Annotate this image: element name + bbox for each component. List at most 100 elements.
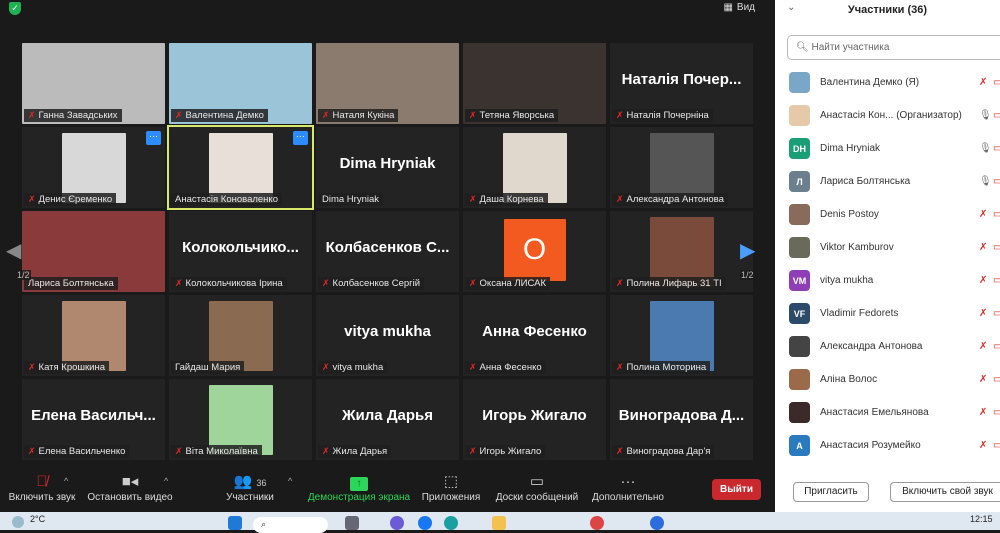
windows-start-icon[interactable] <box>228 516 242 530</box>
participant-row[interactable]: A Анастасия Розумейко ✗ ▭ <box>789 429 1000 462</box>
tile-name-label: ✗ Виноградова Дар'я <box>612 445 715 458</box>
video-tile[interactable]: Виноградова Д... ✗ Виноградова Дар'я <box>610 379 753 460</box>
next-page-arrow[interactable]: ▶ <box>740 238 755 263</box>
video-off-icon: ▭ <box>993 176 1000 187</box>
video-tile[interactable]: ··· Анастасія Коноваленко <box>167 125 314 210</box>
video-tile[interactable]: ✗ Даша Корнева <box>463 127 606 208</box>
video-tile[interactable]: ✗ Валентина Демко <box>169 43 312 124</box>
whiteboards-button[interactable]: ▭ Доски сообщений <box>492 472 582 503</box>
audio-options-caret[interactable]: ^ <box>64 476 68 486</box>
participant-row[interactable]: Анастасія Кон... (Организатор) 🎙︎ ▭ <box>789 99 1000 132</box>
mic-muted-icon: ✗ <box>979 209 988 220</box>
video-options-caret[interactable]: ^ <box>164 476 168 486</box>
video-tile[interactable]: ✗ Александра Антонова <box>610 127 753 208</box>
view-button[interactable]: ▦ Вид <box>723 2 759 13</box>
mic-muted-icon: ✗ <box>469 278 477 288</box>
video-tile[interactable]: ✗ Полина Моторина <box>610 295 753 376</box>
participants-icon-wrap: 👥 36 <box>222 472 278 492</box>
page-indicator-right: 1/2 <box>740 270 755 280</box>
video-off-icon: ▭ <box>993 374 1000 385</box>
share-screen-button[interactable]: ↑ Демонстрация экрана <box>306 472 412 503</box>
participant-name: Наталя Кукіна <box>332 110 395 121</box>
avatar <box>789 204 810 225</box>
tile-display-name: Игорь Жигало <box>482 407 587 424</box>
video-tile[interactable]: О ✗ Оксана ЛИСАК <box>463 211 606 292</box>
video-tile[interactable]: ··· ✗ Денис Єременко <box>22 127 165 208</box>
chrome-icon[interactable] <box>590 516 604 530</box>
participant-row[interactable]: Viktor Kamburov ✗ ▭ <box>789 231 1000 264</box>
video-tile[interactable]: vitya mukha ✗ vitya mukha <box>316 295 459 376</box>
video-tile[interactable]: Елена Васильч... ✗ Елена Васильченко <box>22 379 165 460</box>
participant-name: Елена Васильченко <box>38 446 126 457</box>
mic-muted-icon: ✗ <box>979 407 988 418</box>
security-shield-icon[interactable]: ✓ <box>9 2 21 15</box>
participants-options-caret[interactable]: ^ <box>288 476 292 486</box>
apps-button[interactable]: ⬚ Приложения <box>420 472 482 503</box>
teams-icon[interactable] <box>390 516 404 530</box>
video-tile[interactable]: Гайдаш Мария <box>169 295 312 376</box>
view-label: Вид <box>736 2 755 13</box>
more-button[interactable]: ··· Дополнительно <box>590 472 666 503</box>
video-tile[interactable]: ✗ Ганна Завадських <box>22 43 165 124</box>
participant-list: Валентина Демко (Я) ✗ ▭ Анастасія Кон... (О… <box>789 66 1000 462</box>
facebook-icon[interactable] <box>418 516 432 530</box>
participants-count: 36 <box>256 478 267 488</box>
mic-muted-icon: ✗ <box>979 374 988 385</box>
mic-muted-icon: ✗ <box>175 446 183 456</box>
video-tile[interactable]: Dima Hryniak Dima Hryniak <box>316 127 459 208</box>
mic-muted-icon: ✗ <box>979 275 988 286</box>
video-tile[interactable]: Колбасенков С... ✗ Колбасенков Сергій <box>316 211 459 292</box>
participant-row[interactable]: Александра Антонова ✗ ▭ <box>789 330 1000 363</box>
participant-search-input[interactable]: 🔍︎ Найти участника <box>787 35 1000 60</box>
explorer-icon[interactable] <box>492 516 506 530</box>
video-tile[interactable]: ✗ Віта Миколаївна <box>169 379 312 460</box>
participant-row[interactable]: Анастасия Емельянова ✗ ▭ <box>789 396 1000 429</box>
mic-muted-icon: ✗ <box>979 341 988 352</box>
participant-name: vitya mukha <box>820 275 874 286</box>
participant-row[interactable]: VF Vladimir Fedorets ✗ ▭ <box>789 297 1000 330</box>
invite-button[interactable]: Пригласить <box>793 482 869 502</box>
tile-display-name: Dima Hryniak <box>339 155 436 172</box>
participants-button[interactable]: 👥 36 Участники <box>222 472 278 503</box>
tile-name-label: ✗ Колокольчикова Ірина <box>171 277 287 290</box>
participant-name: Катя Крошкина <box>38 362 106 373</box>
video-tile[interactable]: ✗ Наталя Кукіна <box>316 43 459 124</box>
stop-video-button[interactable]: ■◂ Остановить видео <box>86 472 174 503</box>
video-tile[interactable]: ✗ Полина Лифарь 31 ТІ <box>610 211 753 292</box>
participant-name: Анна Фесенко <box>479 362 542 373</box>
participant-row[interactable]: Валентина Демко (Я) ✗ ▭ <box>789 66 1000 99</box>
participant-row[interactable]: Denis Postoy ✗ ▭ <box>789 198 1000 231</box>
video-tile[interactable]: Анна Фесенко ✗ Анна Фесенко <box>463 295 606 376</box>
unmute-me-button[interactable]: Включить свой звук <box>890 482 1000 502</box>
leave-button[interactable]: Выйти <box>712 479 761 500</box>
prev-page-arrow[interactable]: ◀ <box>6 238 21 263</box>
mic-muted-icon: ✗ <box>469 446 477 456</box>
participant-row[interactable]: Л Лариса Болтянська 🎙︎ ▭ <box>789 165 1000 198</box>
participant-row[interactable]: VM vitya mukha ✗ ▭ <box>789 264 1000 297</box>
mic-muted-icon: ✗ <box>469 194 477 204</box>
tile-name-label: ✗ Наталя Кукіна <box>318 109 399 122</box>
tile-display-name: Елена Васильч... <box>31 407 156 424</box>
video-tile[interactable]: Колокольчико... ✗ Колокольчикова Ірина <box>169 211 312 292</box>
tile-more-button[interactable]: ··· <box>146 131 161 145</box>
video-tile[interactable]: Игорь Жигало ✗ Игорь Жигало <box>463 379 606 460</box>
avatar: VF <box>789 303 810 324</box>
video-tile[interactable]: ✗ Катя Крошкина <box>22 295 165 376</box>
tile-more-button[interactable]: ··· <box>293 131 308 145</box>
tile-name-label: Гайдаш Мария <box>171 361 245 374</box>
participant-row[interactable]: Аліна Волос ✗ ▭ <box>789 363 1000 396</box>
avatar <box>789 369 810 390</box>
video-tile[interactable]: Лариса Болтянська <box>22 211 165 292</box>
video-tile[interactable]: ✗ Тетяна Яворська <box>463 43 606 124</box>
zoom-app-icon[interactable] <box>650 516 664 530</box>
edge-icon[interactable] <box>444 516 458 530</box>
video-tile[interactable]: Жила Дарья ✗ Жила Дарья <box>316 379 459 460</box>
taskview-icon[interactable] <box>345 516 359 530</box>
mic-muted-icon: ✗ <box>28 446 36 456</box>
video-tile[interactable]: Наталія Почер... ✗ Наталія Почерніна <box>610 43 753 124</box>
participant-row[interactable]: DH Dima Hryniak 🎙︎ ▭ <box>789 132 1000 165</box>
participant-name: Александра Антонова <box>626 194 724 205</box>
avatar <box>789 237 810 258</box>
taskbar-search[interactable]: ⌕ <box>253 517 328 533</box>
mic-muted-icon: ✗ <box>175 278 183 288</box>
